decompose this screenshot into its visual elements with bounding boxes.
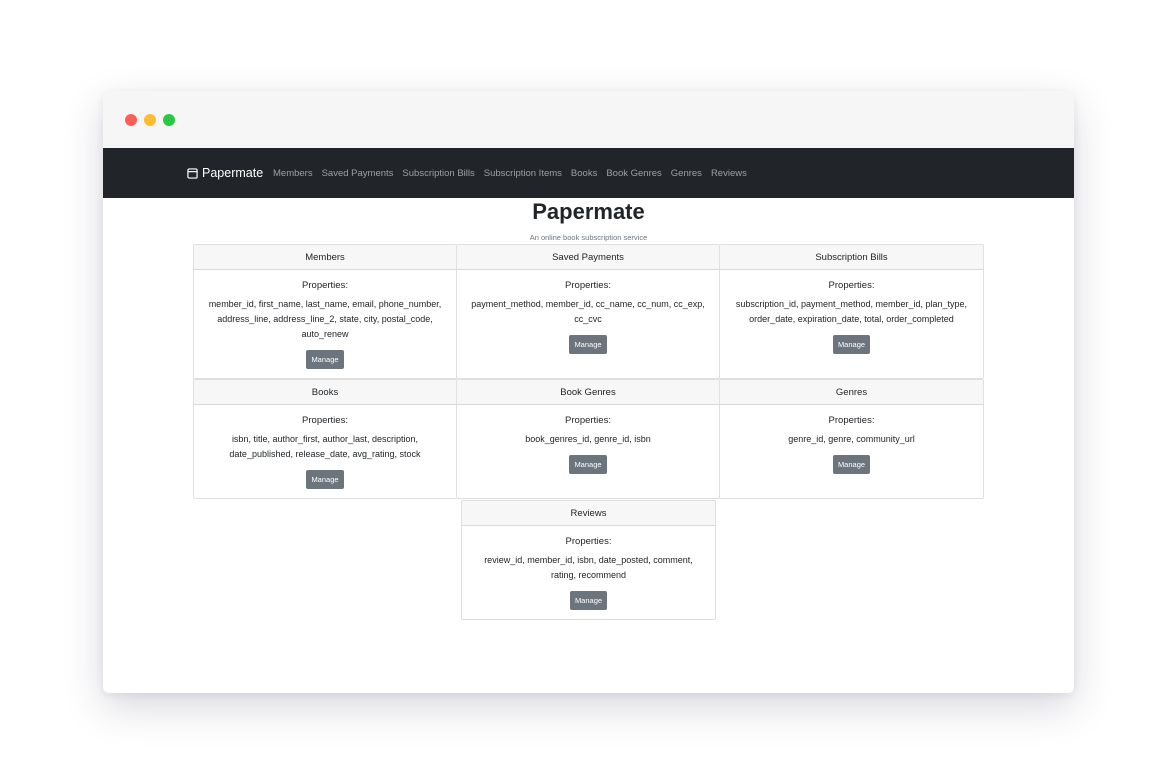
card-header: Saved Payments [457,245,719,270]
card-body: Properties: payment_method, member_id, c… [457,270,719,354]
maximize-window-button[interactable] [163,114,175,126]
card-book-genres: Book Genres Properties: book_genres_id, … [456,379,720,499]
properties-text: subscription_id, payment_method, member_… [735,299,968,324]
navbar-brand[interactable]: Papermate [187,148,263,198]
properties-label: Properties: [302,280,348,291]
properties-label: Properties: [565,415,611,426]
card-header: Books [194,380,456,405]
card-header: Subscription Bills [720,245,983,270]
book-icon [187,167,198,179]
manage-reviews-button[interactable]: Manage [569,591,608,610]
manage-saved-payments-button[interactable]: Manage [569,335,607,354]
manage-members-button[interactable]: Manage [306,350,344,369]
card-header: Genres [720,380,983,405]
card-body: Properties: isbn, title, author_first, a… [194,405,456,489]
card-body: Properties: subscription_id, payment_met… [720,270,983,354]
properties-text: book_genres_id, genre_id, isbn [525,434,651,444]
card-body: Properties: member_id, first_name, last_… [194,270,456,369]
manage-genres-button[interactable]: Manage [832,455,871,474]
nav-link-genres[interactable]: Genres [671,168,702,179]
browser-window: Papermate Members Saved Payments Subscri… [103,91,1074,693]
manage-subscription-bills-button[interactable]: Manage [832,335,871,354]
card-header: Reviews [462,501,715,526]
window-titlebar [103,91,1074,148]
card-header: Members [194,245,456,270]
properties-label: Properties: [828,280,875,291]
card-header: Book Genres [457,380,719,405]
properties-text: genre_id, genre, community_url [788,434,915,444]
card-reviews: Reviews Properties: review_id, member_id… [461,500,716,620]
nav-link-members[interactable]: Members [273,168,313,179]
properties-text: isbn, title, author_first, author_last, … [229,434,421,459]
card-body: Properties: genre_id, genre, community_u… [720,405,983,474]
properties-label: Properties: [302,415,348,426]
card-genres: Genres Properties: genre_id, genre, comm… [719,379,984,499]
card-body: Properties: review_id, member_id, isbn, … [462,526,715,610]
properties-label: Properties: [565,280,611,291]
properties-label: Properties: [828,415,875,426]
card-body: Properties: book_genres_id, genre_id, is… [457,405,719,474]
nav-link-saved-payments[interactable]: Saved Payments [322,168,394,179]
brand-label: Papermate [202,166,264,180]
manage-books-button[interactable]: Manage [306,470,344,489]
manage-book-genres-button[interactable]: Manage [569,455,607,474]
properties-text: member_id, first_name, last_name, email,… [208,299,442,339]
card-books: Books Properties: isbn, title, author_fi… [193,379,457,499]
card-members: Members Properties: member_id, first_nam… [193,244,457,379]
properties-text: review_id, member_id, isbn, date_posted,… [484,555,693,580]
nav-link-books[interactable]: Books [571,168,597,179]
nav-link-subscription-bills[interactable]: Subscription Bills [402,168,474,179]
minimize-window-button[interactable] [144,114,156,126]
nav-link-subscription-items[interactable]: Subscription Items [484,168,562,179]
nav-links: Members Saved Payments Subscription Bill… [273,148,756,198]
nav-link-reviews[interactable]: Reviews [711,168,747,179]
card-saved-payments: Saved Payments Properties: payment_metho… [456,244,720,379]
page-title: Papermate [532,199,645,224]
navbar: Papermate Members Saved Payments Subscri… [103,148,1074,198]
nav-link-book-genres[interactable]: Book Genres [606,168,661,179]
properties-label: Properties: [565,536,612,547]
card-subscription-bills: Subscription Bills Properties: subscript… [719,244,984,379]
page-subtitle: An online book subscription service [529,233,648,242]
properties-text: payment_method, member_id, cc_name, cc_n… [471,299,705,324]
close-window-button[interactable] [125,114,137,126]
